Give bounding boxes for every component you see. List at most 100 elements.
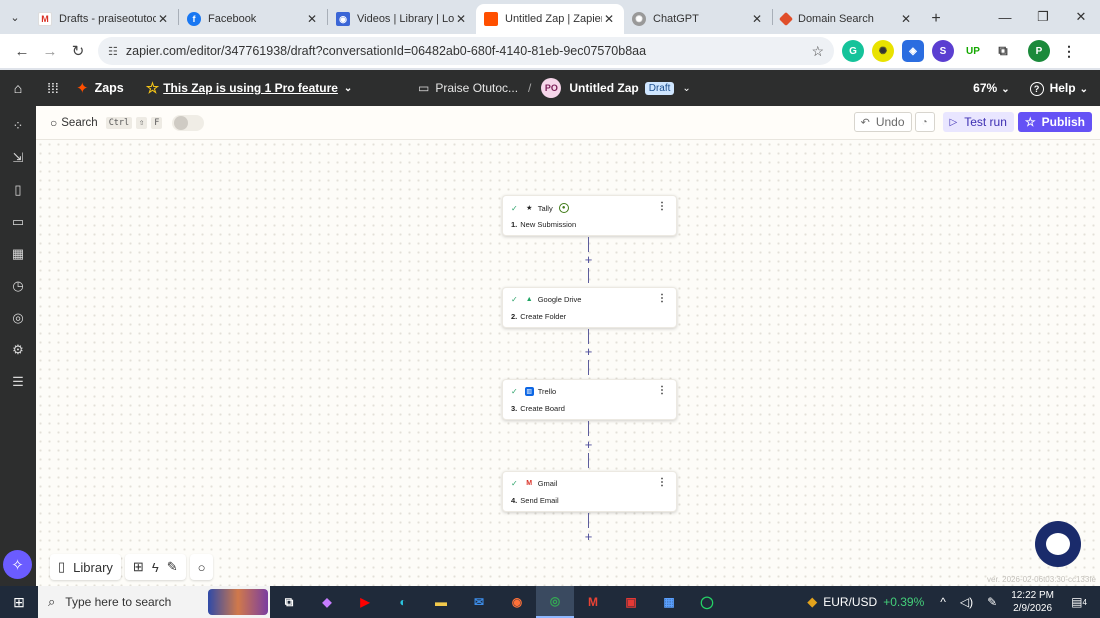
calendar-icon[interactable]: ▦ <box>9 245 27 263</box>
wrench-icon[interactable]: ✎ <box>167 559 178 575</box>
profile-avatar[interactable]: P <box>1028 40 1050 62</box>
extension-blue-icon[interactable]: ◈ <box>902 40 924 62</box>
extensions-puzzle-icon[interactable]: ⧉ <box>992 40 1014 62</box>
chevron-up-icon[interactable]: ^ <box>940 595 946 609</box>
gmail-taskbar-icon[interactable]: M <box>574 586 612 618</box>
browser-menu-icon[interactable]: ⋮ <box>1058 40 1080 62</box>
step-menu-icon[interactable]: ⋮ <box>657 293 667 304</box>
history-icon[interactable]: ◷ <box>9 277 27 295</box>
zaps-nav-link[interactable]: Zaps <box>95 81 124 95</box>
fx-widget[interactable]: ◆ EUR/USD +0.39% <box>807 594 924 610</box>
app-grid-icon[interactable]: ⁞⁞⁞ <box>40 80 66 96</box>
file-explorer-icon[interactable]: ▬ <box>422 586 460 618</box>
close-window-icon[interactable]: ✕ <box>1062 0 1100 34</box>
tab-zapier-untitled-zap[interactable]: Untitled Zap | Zapier ✕ <box>476 4 624 34</box>
copilot-icon[interactable]: ✧ <box>3 550 32 579</box>
close-tab-icon[interactable]: ✕ <box>305 12 319 26</box>
zap-name-title[interactable]: Untitled Zap <box>569 81 638 95</box>
tab-facebook[interactable]: f Facebook ✕ <box>179 4 327 34</box>
tab-search-chevron-icon[interactable]: ⌄ <box>0 0 30 34</box>
windows-start-icon[interactable]: ⊞ <box>0 586 38 618</box>
notification-center-icon[interactable]: ▤ 4 <box>1066 591 1092 613</box>
taskbar-search-box[interactable]: ⌕ Type here to search <box>38 586 270 618</box>
back-arrow-icon[interactable]: ← <box>8 37 36 65</box>
search-button[interactable]: ○ Search Ctrl ⇧ F <box>50 116 163 130</box>
add-step-button[interactable]: + <box>582 437 595 452</box>
step-card-1[interactable]: ✓ ★ Tally ● 1. New Submission ⋮ <box>502 195 677 236</box>
chat-search-button[interactable]: ○ <box>189 554 214 580</box>
close-tab-icon[interactable]: ✕ <box>454 12 468 26</box>
bolt-icon[interactable]: ϟ <box>152 560 159 575</box>
activity-icon[interactable]: ◎ <box>9 309 27 327</box>
tab-loom-library[interactable]: ◉ Videos | Library | Loo ✕ <box>328 4 476 34</box>
mail-app-icon[interactable]: ✉ <box>460 586 498 618</box>
add-step-button[interactable]: + <box>582 344 595 359</box>
bookmark-star-icon[interactable]: ☆ <box>811 43 824 60</box>
tab-gmail-drafts[interactable]: M Drafts - praiseotutoc ✕ <box>30 4 178 34</box>
new-tab-button[interactable]: + <box>921 4 951 34</box>
zoom-dropdown[interactable]: 67% ⌄ <box>973 81 1009 95</box>
chevron-down-icon: ⌄ <box>1079 83 1088 95</box>
zap-menu-chevron-icon[interactable]: ⌄ <box>682 83 690 94</box>
step-menu-icon[interactable]: ⋮ <box>657 477 667 488</box>
task-view-icon[interactable]: ⧉ <box>270 586 308 618</box>
close-tab-icon[interactable]: ✕ <box>156 12 170 26</box>
whatsapp-icon[interactable]: ◯ <box>688 586 726 618</box>
add-step-button[interactable]: + <box>582 252 595 267</box>
pen-icon[interactable]: ✎ <box>987 595 997 609</box>
minimize-icon[interactable]: — <box>986 0 1024 34</box>
support-chat-button[interactable] <box>1035 521 1081 567</box>
step-card-2[interactable]: ✓ ▲ Google Drive 2. Create Folder ⋮ <box>502 287 677 328</box>
undo-button[interactable]: ↶ Undo <box>853 112 912 132</box>
comment-icon[interactable]: ▭ <box>9 213 27 231</box>
url-omnibox[interactable]: ☷ zapier.com/editor/347761938/draft?conv… <box>98 37 834 65</box>
check-icon: ✓ <box>511 295 518 304</box>
sun-extension-icon[interactable]: ✺ <box>872 40 894 62</box>
restore-icon[interactable]: ❐ <box>1024 0 1062 34</box>
step-menu-icon[interactable]: ⋮ <box>657 385 667 396</box>
youtube-icon[interactable]: ▶ <box>346 586 384 618</box>
volume-icon[interactable]: ◁) <box>960 595 973 609</box>
copilot-app-icon[interactable]: ◆ <box>308 586 346 618</box>
home-icon[interactable]: ⌂ <box>0 70 36 106</box>
test-run-button[interactable]: ▷ Test run <box>942 112 1014 132</box>
apps-icon[interactable]: ⁘ <box>9 117 27 135</box>
pro-feature-notice[interactable]: ☆ This Zap is using 1 Pro feature ⌄ <box>146 79 353 97</box>
close-tab-icon[interactable]: ✕ <box>899 12 913 26</box>
layout-icon[interactable]: ⊞ <box>133 559 144 575</box>
extension-s-icon[interactable]: S <box>932 40 954 62</box>
step-menu-icon[interactable]: ⋮ <box>657 201 667 212</box>
forward-arrow-icon[interactable]: → <box>36 37 64 65</box>
zap-canvas[interactable]: ✓ ★ Tally ● 1. New Submission ⋮ + ✓ ▲ Goo… <box>36 140 1100 586</box>
url-text[interactable]: zapier.com/editor/347761938/draft?conver… <box>126 44 812 58</box>
store-icon[interactable]: ▦ <box>650 586 688 618</box>
grammarly-extension-icon[interactable]: G <box>842 40 864 62</box>
folder-name-link[interactable]: Praise Otutoc... <box>435 81 518 95</box>
site-info-icon[interactable]: ☷ <box>108 45 118 58</box>
upwork-extension-icon[interactable]: UP <box>962 40 984 62</box>
tab-chatgpt[interactable]: ✺ ChatGPT ✕ <box>624 4 772 34</box>
layers-icon[interactable]: ☰ <box>9 373 27 391</box>
step-card-3[interactable]: ✓ ▥ Trello 3. Create Board ⋮ <box>502 379 677 420</box>
help-dropdown[interactable]: ? Help ⌄ <box>1029 81 1088 96</box>
document-icon[interactable]: ▯ <box>9 181 27 199</box>
library-button[interactable]: ▯ Library <box>50 554 121 580</box>
close-tab-icon[interactable]: ✕ <box>750 12 764 26</box>
version-history-button[interactable]: ◔ <box>914 112 935 132</box>
toggle-switch[interactable] <box>172 114 205 131</box>
owner-avatar: PO <box>541 78 562 98</box>
firefox-icon[interactable]: ◉ <box>498 586 536 618</box>
step-card-4[interactable]: ✓ M Gmail 4. Send Email ⋮ <box>502 471 677 512</box>
publish-button[interactable]: ☆ Publish <box>1017 112 1092 132</box>
pdf-app-icon[interactable]: ▣ <box>612 586 650 618</box>
chrome-icon[interactable]: ◎ <box>536 586 574 618</box>
browser-tab-strip: ⌄ M Drafts - praiseotutoc ✕ f Facebook ✕… <box>0 0 1100 34</box>
close-tab-icon[interactable]: ✕ <box>602 12 616 26</box>
settings-gear-icon[interactable]: ⚙ <box>9 341 27 359</box>
edge-icon[interactable]: ◐ <box>384 586 422 618</box>
clock[interactable]: 12:22 PM 2/9/2026 <box>1011 589 1054 615</box>
tab-domain-search[interactable]: Domain Search ✕ <box>773 4 921 34</box>
reload-icon[interactable]: ↻ <box>64 37 92 65</box>
add-step-button[interactable]: + <box>582 529 595 544</box>
import-icon[interactable]: ⇲ <box>9 149 27 167</box>
